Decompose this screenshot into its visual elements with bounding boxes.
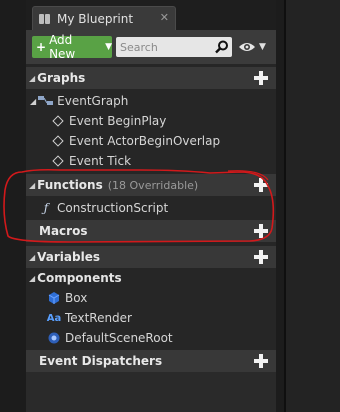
event-diamond-icon — [50, 134, 66, 148]
section-graphs[interactable]: ◢ Graphs — [26, 67, 276, 89]
toolbar: + Add New ▼ Search ▼ — [26, 30, 276, 64]
component-item[interactable]: Box — [46, 288, 87, 308]
event-label: Event ActorBeginOverlap — [69, 134, 221, 148]
right-viewport-area — [284, 0, 340, 412]
function-label: ConstructionScript — [57, 201, 169, 215]
component-label: DefaultSceneRoot — [65, 331, 173, 345]
add-variable-button[interactable] — [254, 250, 268, 264]
component-label: TextRender — [65, 311, 132, 325]
section-variables[interactable]: ◢ Variables — [26, 246, 276, 268]
section-functions[interactable]: ◢ Functions (18 Overridable) — [26, 174, 276, 196]
function-item[interactable]: ƒ ConstructionScript — [38, 198, 168, 218]
chevron-down-icon: ▼ — [105, 42, 112, 52]
panel-empty-area — [26, 372, 276, 412]
collapse-triangle-icon: ◢ — [30, 96, 37, 106]
components-category[interactable]: ◢ Components — [26, 269, 122, 287]
search-icon[interactable] — [215, 40, 229, 54]
tab-title: My Blueprint — [57, 11, 134, 26]
search-input[interactable]: Search — [116, 37, 232, 57]
event-graph-label: EventGraph — [57, 94, 129, 108]
scene-root-icon — [46, 331, 62, 345]
add-function-button[interactable] — [254, 178, 268, 192]
event-diamond-icon — [50, 154, 66, 168]
collapse-triangle-icon: ◢ — [29, 180, 36, 190]
components-label: Components — [37, 271, 122, 285]
add-graph-button[interactable] — [254, 71, 268, 85]
event-label: Event Tick — [69, 154, 132, 168]
book-icon — [39, 13, 51, 24]
component-item[interactable]: DefaultSceneRoot — [46, 328, 173, 348]
collapse-triangle-icon: ◢ — [29, 252, 36, 262]
overridable-count: (18 Overridable) — [107, 178, 199, 192]
event-graph-icon — [38, 94, 54, 108]
eye-icon — [239, 43, 255, 51]
section-macros-label: Macros — [39, 224, 88, 238]
component-item[interactable]: Aa TextRender — [46, 308, 132, 328]
add-macro-button[interactable] — [254, 224, 268, 238]
event-item[interactable]: Event ActorBeginOverlap — [50, 131, 220, 151]
tab-strip: My Blueprint ✕ — [26, 0, 276, 30]
section-event-dispatchers-label: Event Dispatchers — [39, 354, 163, 368]
add-new-button[interactable]: + Add New ▼ — [32, 33, 112, 61]
plus-icon: + — [36, 40, 47, 54]
my-blueprint-panel: My Blueprint ✕ + Add New ▼ Search ▼ ◢ Gr… — [26, 0, 276, 412]
event-graph-item[interactable]: ◢ EventGraph — [30, 91, 128, 111]
section-macros[interactable]: Macros — [26, 220, 276, 242]
collapse-triangle-icon: ◢ — [29, 273, 36, 283]
section-event-dispatchers[interactable]: Event Dispatchers — [26, 350, 276, 372]
view-options-button[interactable]: ▼ — [238, 37, 268, 57]
add-event-dispatcher-button[interactable] — [254, 354, 268, 368]
event-diamond-icon — [50, 114, 66, 128]
collapse-triangle-icon: ◢ — [29, 73, 36, 83]
search-placeholder: Search — [120, 40, 158, 54]
box-component-icon — [46, 291, 62, 305]
section-graphs-label: Graphs — [37, 71, 86, 85]
section-variables-label: Variables — [37, 250, 100, 264]
add-new-label: Add New — [49, 33, 76, 61]
event-item[interactable]: Event Tick — [50, 151, 131, 171]
section-functions-label: Functions — [37, 178, 103, 192]
event-label: Event BeginPlay — [69, 114, 167, 128]
tab-my-blueprint[interactable]: My Blueprint ✕ — [32, 6, 176, 30]
event-item[interactable]: Event BeginPlay — [50, 111, 166, 131]
component-label: Box — [65, 291, 88, 305]
panel-divider[interactable] — [284, 0, 286, 412]
text-render-icon: Aa — [46, 312, 62, 324]
chevron-down-icon: ▼ — [259, 42, 266, 52]
function-icon: ƒ — [43, 201, 49, 215]
close-icon[interactable]: ✕ — [160, 11, 169, 24]
